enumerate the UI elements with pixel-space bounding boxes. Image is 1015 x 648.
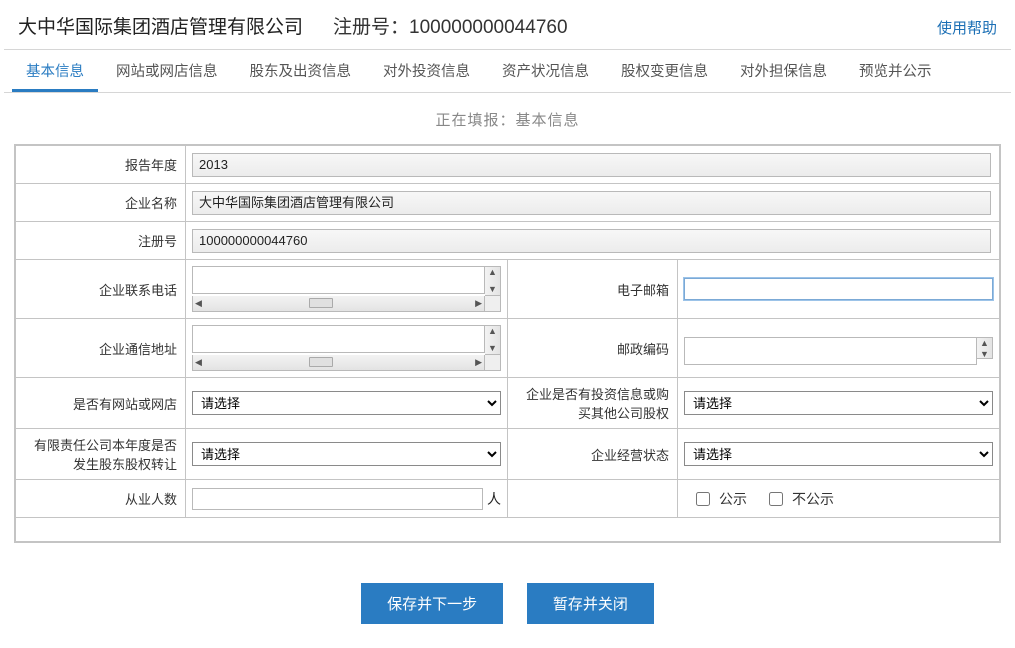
select-equity-transfer[interactable]: 请选择 — [192, 442, 501, 466]
select-has-invest[interactable]: 请选择 — [684, 391, 993, 415]
label-reg-no: 注册号 — [16, 222, 186, 260]
postal-vertical-scrollbar[interactable]: ▲▼ — [977, 337, 993, 359]
label-equity-transfer: 有限责任公司本年度是否发生股东股权转让 — [16, 429, 186, 480]
label-report-year: 报告年度 — [16, 146, 186, 184]
form-area: 报告年度 2013 企业名称 大中华国际集团酒店管理有限公司 注册号 10000… — [14, 144, 1001, 543]
employees-input[interactable] — [192, 488, 483, 510]
tab-guarantee[interactable]: 对外担保信息 — [726, 50, 841, 92]
checkbox-nonpublic-label: 不公示 — [792, 489, 834, 509]
field-reg-no: 100000000044760 — [192, 229, 991, 253]
tab-website-info[interactable]: 网站或网店信息 — [102, 50, 232, 92]
field-report-year: 2013 — [192, 153, 991, 177]
field-enterprise-name: 大中华国际集团酒店管理有限公司 — [192, 191, 991, 215]
tab-asset-status[interactable]: 资产状况信息 — [488, 50, 603, 92]
label-has-invest: 企业是否有投资信息或购买其他公司股权 — [508, 378, 678, 429]
section-title: 正在填报：基本信息 — [4, 93, 1011, 144]
checkbox-public-wrapper[interactable]: 公示 — [692, 489, 747, 509]
select-has-site[interactable]: 请选择 — [192, 391, 501, 415]
address-input[interactable] — [192, 325, 485, 353]
label-email: 电子邮箱 — [508, 260, 678, 319]
address-horizontal-scrollbar[interactable]: ◀▶ — [192, 355, 485, 371]
checkbox-public[interactable] — [696, 492, 710, 506]
company-name: 大中华国际集团酒店管理有限公司 — [18, 12, 303, 39]
contact-phone-input[interactable] — [192, 266, 485, 294]
employees-unit: 人 — [487, 489, 501, 509]
tab-bar: 基本信息 网站或网店信息 股东及出资信息 对外投资信息 资产状况信息 股权变更信… — [4, 49, 1011, 93]
page-root: 大中华国际集团酒店管理有限公司 注册号：100000000044760 使用帮助… — [0, 0, 1015, 648]
tab-equity-change[interactable]: 股权变更信息 — [607, 50, 722, 92]
label-has-site: 是否有网站或网店 — [16, 378, 186, 429]
checkbox-nonpublic-wrapper[interactable]: 不公示 — [765, 489, 834, 509]
postal-scroll-wrap: ▲▼ — [684, 337, 993, 359]
label-address: 企业通信地址 — [16, 319, 186, 378]
visibility-options: 公示 不公示 — [684, 489, 993, 509]
select-biz-status[interactable]: 请选择 — [684, 442, 993, 466]
tab-basic-info[interactable]: 基本信息 — [12, 50, 98, 92]
label-postal: 邮政编码 — [508, 319, 678, 378]
form-table: 报告年度 2013 企业名称 大中华国际集团酒店管理有限公司 注册号 10000… — [15, 145, 1000, 542]
phone-scroll-wrap: ▲▼ ◀▶ — [192, 266, 501, 312]
help-link[interactable]: 使用帮助 — [937, 17, 997, 38]
checkbox-public-label: 公示 — [719, 489, 747, 509]
label-biz-status: 企业经营状态 — [508, 429, 678, 480]
phone-horizontal-scrollbar[interactable]: ◀▶ — [192, 296, 485, 312]
phone-vertical-scrollbar[interactable]: ▲▼ — [485, 266, 501, 296]
tab-outbound-invest[interactable]: 对外投资信息 — [369, 50, 484, 92]
label-contact-phone: 企业联系电话 — [16, 260, 186, 319]
postal-input[interactable] — [684, 337, 977, 365]
save-next-button[interactable]: 保存并下一步 — [361, 583, 503, 624]
reg-number-label: 注册号：100000000044760 — [333, 12, 568, 39]
label-employees: 从业人数 — [16, 480, 186, 518]
address-vertical-scrollbar[interactable]: ▲▼ — [485, 325, 501, 355]
tab-preview-publish[interactable]: 预览并公示 — [845, 50, 946, 92]
save-close-button[interactable]: 暂存并关闭 — [527, 583, 654, 624]
page-header: 大中华国际集团酒店管理有限公司 注册号：100000000044760 使用帮助 — [4, 0, 1011, 49]
tab-shareholder-info[interactable]: 股东及出资信息 — [236, 50, 366, 92]
email-input[interactable] — [684, 278, 993, 300]
button-row: 保存并下一步 暂存并关闭 — [4, 543, 1011, 648]
address-scroll-wrap: ▲▼ ◀▶ — [192, 325, 501, 371]
label-enterprise-name: 企业名称 — [16, 184, 186, 222]
checkbox-nonpublic[interactable] — [769, 492, 783, 506]
